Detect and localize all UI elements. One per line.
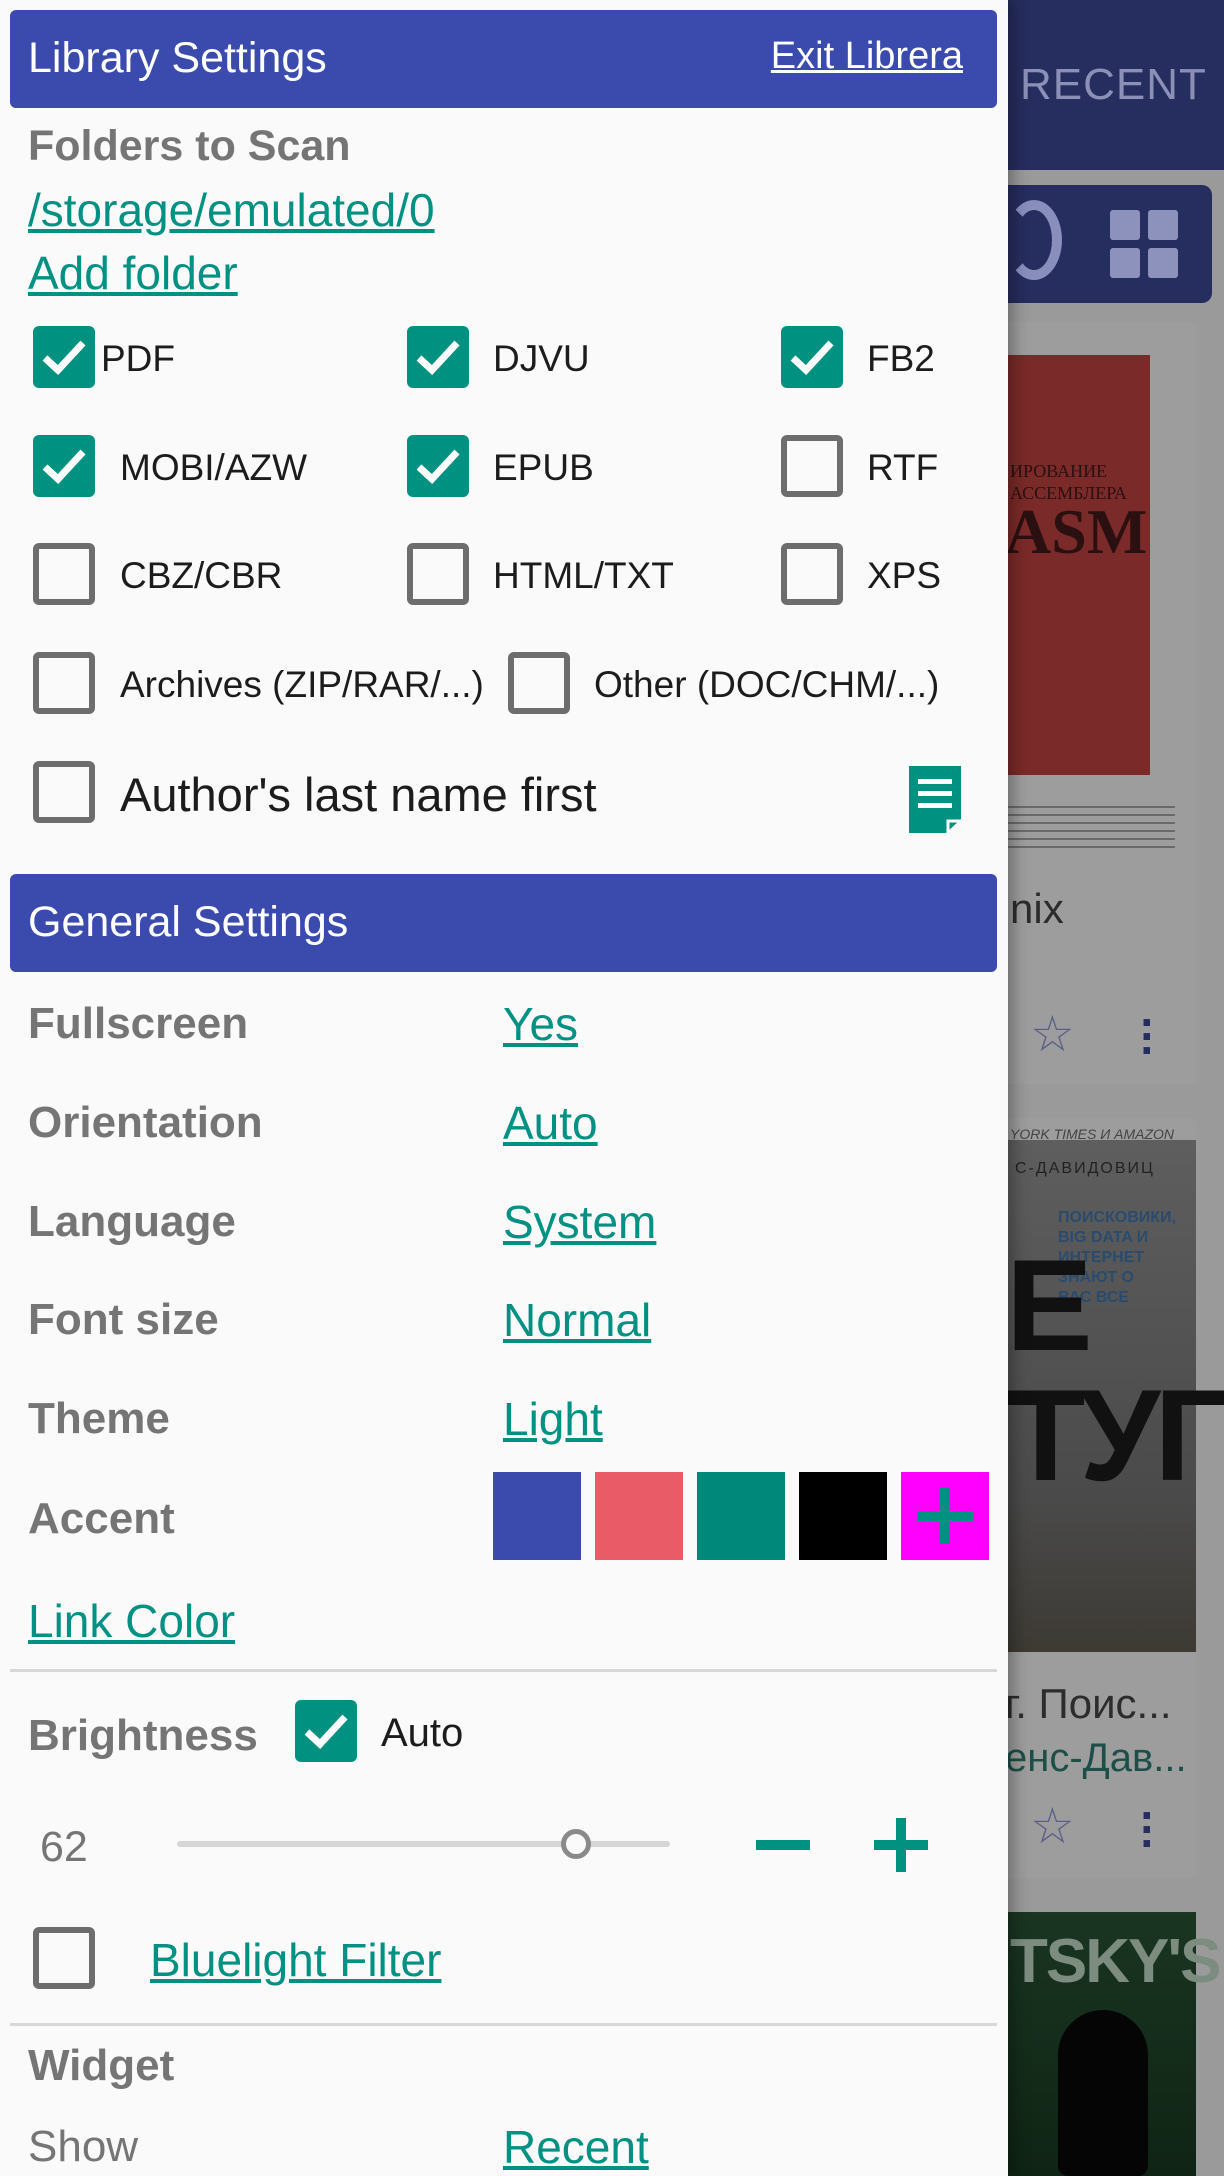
check-icon [416, 340, 460, 375]
checkbox-label: MOBI/AZW [120, 447, 308, 488]
checkbox-unchecked[interactable] [781, 435, 843, 497]
add-accent-button[interactable] [901, 1472, 989, 1560]
checkbox-label: HTML/TXT [493, 555, 674, 596]
accent-swatch-black[interactable] [799, 1472, 887, 1560]
checkbox-checked[interactable] [407, 435, 469, 497]
checkbox-unchecked[interactable] [407, 543, 469, 605]
check-icon [304, 1714, 348, 1749]
bluelight-filter-link[interactable]: Bluelight Filter [150, 1933, 441, 1987]
brightness-slider[interactable] [177, 1841, 670, 1847]
check-icon [42, 340, 86, 375]
brightness-label: Brightness [28, 1711, 258, 1760]
checkbox-checked[interactable] [781, 326, 843, 388]
exit-librera-link[interactable]: Exit Librera [771, 35, 963, 78]
check-icon [42, 449, 86, 484]
check-icon [416, 449, 460, 484]
book-cover-tagline: YORK TIMES И AMAZON [1010, 1126, 1175, 1142]
general-settings-header: General Settings [10, 874, 997, 972]
checkbox-unchecked[interactable] [33, 652, 95, 714]
accent-swatch-blue[interactable] [493, 1472, 581, 1560]
checkbox-label: FB2 [867, 338, 935, 379]
checkbox-unchecked[interactable] [33, 1927, 95, 1989]
check-icon [790, 340, 834, 375]
checkbox-label: Other (DOC/CHM/...) [594, 664, 940, 705]
brightness-slider-thumb[interactable] [561, 1829, 591, 1859]
document-icon[interactable] [906, 763, 964, 835]
checkbox-label: Archives (ZIP/RAR/...) [120, 664, 484, 705]
more-vert-icon: · · · [1140, 1789, 1156, 1869]
general-settings-title: General Settings [28, 898, 349, 946]
setting-value-link[interactable]: Light [503, 1392, 603, 1446]
checkbox-label: EPUB [493, 447, 594, 488]
book-cover-author: С-ДАВИДОВИЦ [1015, 1160, 1155, 1177]
plus-icon [917, 1488, 973, 1544]
setting-value-link[interactable]: Normal [503, 1293, 651, 1347]
book-cover-title: ASM [1005, 496, 1148, 567]
folder-path-link[interactable]: /storage/emulated/0 [28, 183, 435, 237]
setting-label: Orientation [28, 1098, 263, 1147]
book-title: nix [1010, 885, 1064, 932]
book-title: г. Поис... [1005, 1680, 1172, 1727]
setting-value-link[interactable]: Yes [503, 997, 578, 1051]
widget-title: Widget [28, 2041, 175, 2090]
add-folder-link[interactable]: Add folder [28, 246, 238, 300]
checkbox-label: CBZ/CBR [120, 555, 283, 596]
checkbox-label: RTF [867, 447, 939, 488]
brightness-value: 62 [40, 1823, 88, 1871]
checkbox-unchecked[interactable] [33, 761, 95, 823]
book-author: енс-Дав... [1005, 1736, 1187, 1780]
checkbox-unchecked[interactable] [33, 543, 95, 605]
settings-drawer: Library Settings Exit Librera Folders to… [0, 0, 1008, 2176]
setting-label: Language [28, 1197, 236, 1246]
setting-label: Font size [28, 1295, 219, 1344]
book-cover-description [1005, 800, 1175, 850]
background-recent-tab: RECENT [1020, 60, 1207, 109]
plus-icon[interactable] [874, 1818, 928, 1872]
checkbox-label: Author's last name first [120, 768, 597, 821]
divider [10, 1669, 997, 1672]
book-cover-title: E ТУГ [1006, 1232, 1224, 1508]
link-color-link[interactable]: Link Color [28, 1594, 235, 1648]
checkbox-label: DJVU [493, 338, 590, 379]
book-cover-title: TSKY'S [1010, 1927, 1221, 1996]
folders-to-scan-label: Folders to Scan [28, 122, 351, 170]
star-icon: ☆ [1030, 1006, 1075, 1062]
checkbox-label: Auto [381, 1711, 464, 1755]
setting-label: Fullscreen [28, 999, 249, 1048]
divider [10, 2023, 997, 2026]
accent-swatch-red[interactable] [595, 1472, 683, 1560]
checkbox-checked[interactable] [33, 326, 95, 388]
checkbox-checked[interactable] [407, 326, 469, 388]
setting-value-link[interactable]: System [503, 1195, 656, 1249]
widget-show-label: Show [28, 2122, 139, 2171]
more-vert-icon: · · · [1140, 996, 1156, 1076]
setting-value-link[interactable]: Auto [503, 1096, 598, 1150]
library-settings-header: Library Settings Exit Librera [10, 10, 997, 108]
checkbox-unchecked[interactable] [781, 543, 843, 605]
refresh-icon [1006, 200, 1062, 280]
library-settings-title: Library Settings [28, 34, 327, 82]
accent-swatch-teal[interactable] [697, 1472, 785, 1560]
setting-label: Theme [28, 1394, 170, 1443]
checkbox-checked[interactable] [295, 1700, 357, 1762]
book-cover-image [1058, 2010, 1148, 2176]
checkbox-checked[interactable] [33, 435, 95, 497]
star-icon: ☆ [1030, 1798, 1075, 1854]
checkbox-label: PDF [101, 338, 175, 379]
minus-icon[interactable] [756, 1818, 810, 1872]
checkbox-label: XPS [867, 555, 942, 596]
grid-view-icon [1110, 210, 1180, 280]
widget-show-value-link[interactable]: Recent [503, 2120, 649, 2174]
accent-label: Accent [28, 1494, 175, 1543]
checkbox-unchecked[interactable] [508, 652, 570, 714]
